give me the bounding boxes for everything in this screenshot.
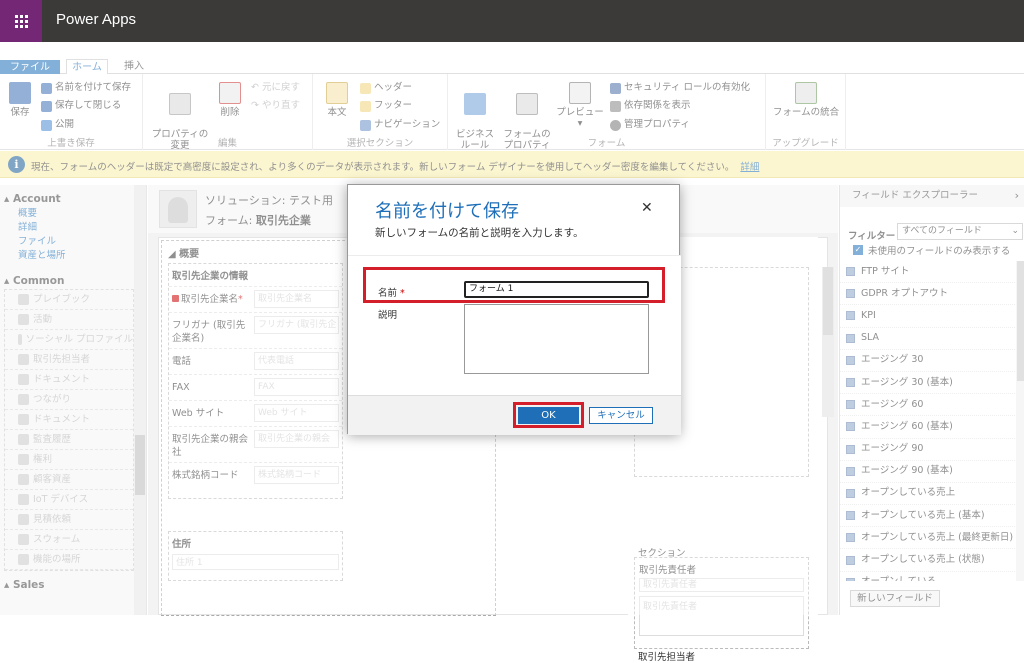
required-mark: * <box>400 288 405 299</box>
ok-button[interactable]: OK <box>518 407 579 424</box>
dialog-body: 名前 * フォーム 1 説明 <box>348 255 681 395</box>
close-icon[interactable]: ✕ <box>641 200 653 216</box>
dialog-subtitle: 新しいフォームの名前と説明を入力します。 <box>375 227 584 239</box>
app-header: Power Apps <box>0 0 1024 42</box>
description-label: 説明 <box>378 310 398 321</box>
description-input[interactable] <box>464 304 649 374</box>
name-input[interactable]: フォーム 1 <box>464 281 649 298</box>
name-label-text: 名前 <box>378 288 398 299</box>
name-label: 名前 * <box>378 285 405 299</box>
app-title: Power Apps <box>56 11 137 28</box>
app-launcher-button[interactable] <box>0 0 42 42</box>
cancel-button[interactable]: キャンセル <box>589 407 653 424</box>
dialog-title: 名前を付けて保存 <box>375 201 519 222</box>
waffle-icon <box>14 14 28 28</box>
field-label: 取引先担当者 <box>638 652 696 663</box>
save-as-dialog: 名前を付けて保存 ✕ 新しいフォームの名前と説明を入力します。 名前 * フォー… <box>347 184 681 435</box>
dialog-footer: OK キャンセル <box>348 395 681 435</box>
